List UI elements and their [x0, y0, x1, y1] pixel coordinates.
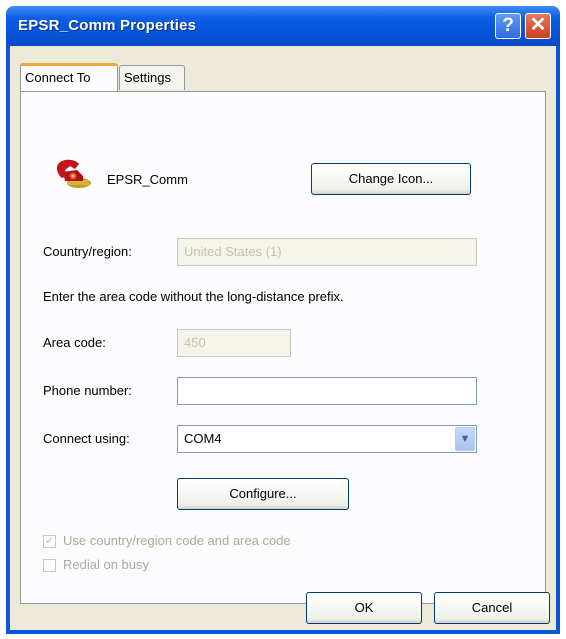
phone-number-label: Phone number:	[43, 383, 132, 398]
properties-dialog: EPSR_Comm Properties ? ✕ Connect To Sett…	[6, 6, 560, 634]
title-bar[interactable]: EPSR_Comm Properties ? ✕	[6, 6, 560, 46]
ok-button[interactable]: OK	[306, 592, 422, 624]
connect-to-panel: EPSR_Comm Change Icon... Country/region:…	[20, 91, 546, 604]
connect-using-label: Connect using:	[43, 431, 130, 446]
use-country-code-checkbox: ✓	[43, 535, 56, 548]
change-icon-button[interactable]: Change Icon...	[311, 163, 471, 195]
redial-on-busy-label: Redial on busy	[63, 557, 149, 572]
red-telephone-icon	[57, 159, 91, 188]
connection-name: EPSR_Comm	[107, 172, 188, 187]
connect-using-value: COM4	[184, 431, 222, 446]
area-code-field: 450	[177, 329, 291, 357]
country-region-label: Country/region:	[43, 244, 132, 259]
window-title: EPSR_Comm Properties	[18, 17, 197, 34]
tab-settings[interactable]: Settings	[119, 65, 185, 90]
close-button[interactable]: ✕	[525, 13, 551, 39]
cancel-button[interactable]: Cancel	[434, 592, 550, 624]
tab-connect-to[interactable]: Connect To	[20, 63, 118, 91]
dialog-body: Connect To Settings EPSR_Comm Change Ico…	[10, 46, 556, 630]
phone-number-field[interactable]	[177, 377, 477, 405]
chevron-down-icon[interactable]: ▼	[455, 427, 475, 451]
use-country-code-label: Use country/region code and area code	[63, 533, 291, 548]
connect-using-select[interactable]: COM4 ▼	[177, 425, 477, 453]
area-code-label: Area code:	[43, 335, 106, 350]
configure-button[interactable]: Configure...	[177, 478, 349, 510]
help-button[interactable]: ?	[495, 13, 521, 39]
area-code-instruction: Enter the area code without the long-dis…	[43, 289, 344, 304]
redial-on-busy-checkbox	[43, 559, 56, 572]
country-region-select: United States (1)	[177, 238, 477, 266]
